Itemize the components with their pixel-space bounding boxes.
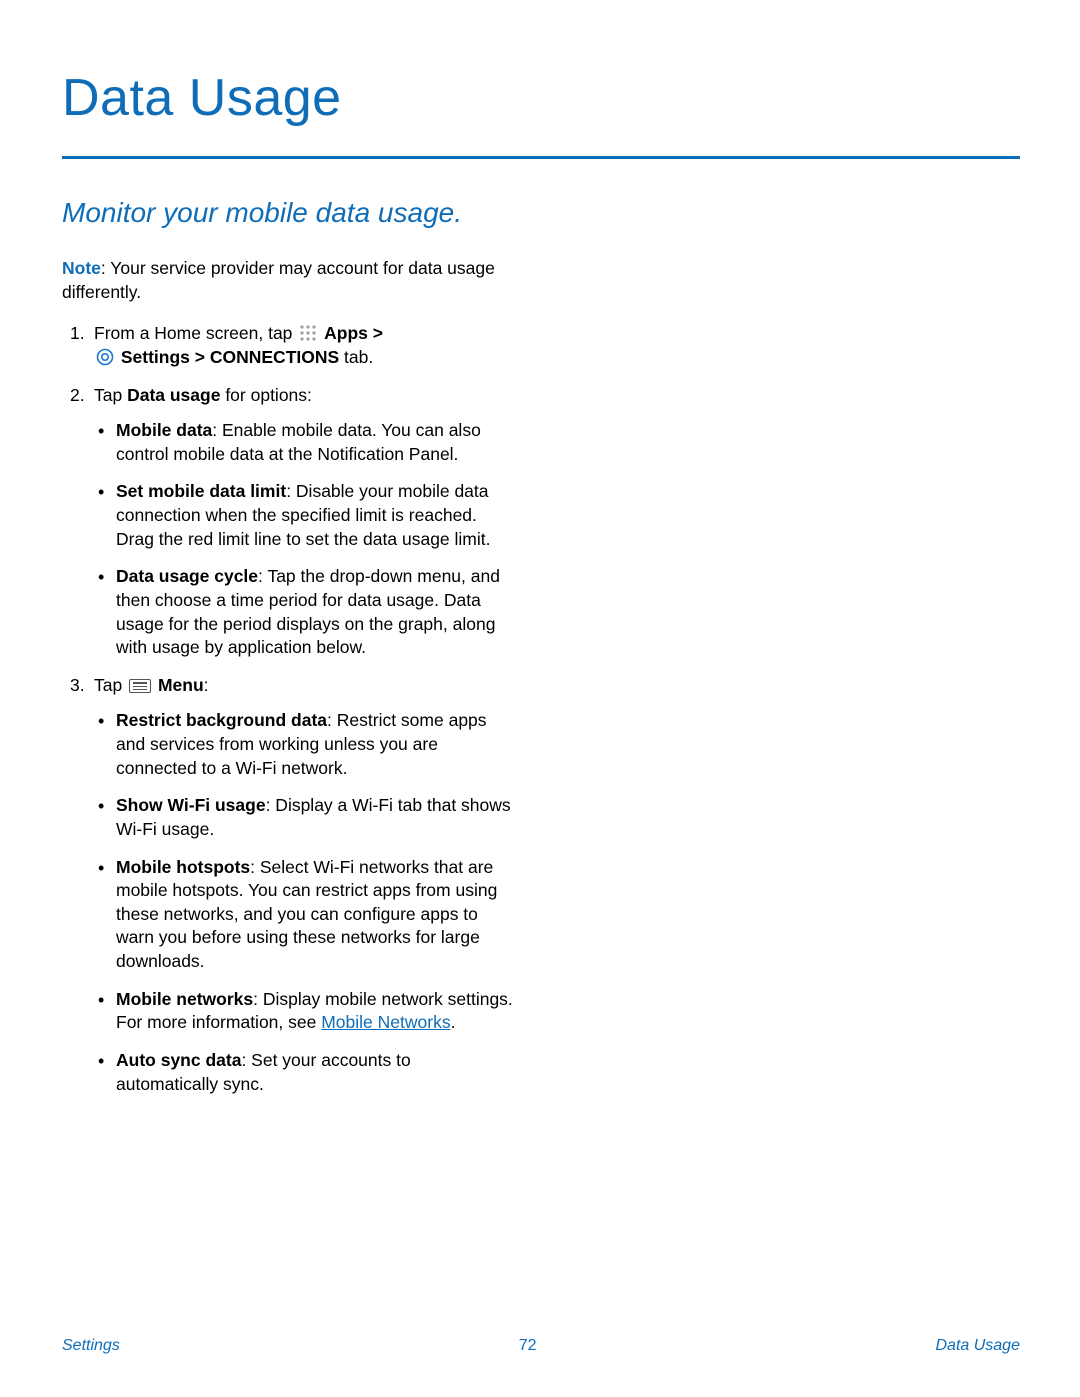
title-rule <box>62 156 1020 159</box>
list-item: Restrict background data: Restrict some … <box>94 709 517 780</box>
steps-list: From a Home screen, tap Apps > <box>62 322 517 1096</box>
bullet-bold: Set mobile data limit <box>116 481 286 501</box>
bullet-bold: Mobile data <box>116 420 212 440</box>
apps-grid-icon <box>299 324 317 342</box>
step-1-apps-bold: Apps > <box>324 323 383 343</box>
page-title: Data Usage <box>62 68 1020 128</box>
step-2-prefix: Tap <box>94 385 127 405</box>
bullet-bold: Show Wi-Fi usage <box>116 795 266 815</box>
step-3-bold: Menu <box>158 675 204 695</box>
step-3: Tap Menu: Restrict background data: Rest… <box>62 674 517 1096</box>
note-label: Note <box>62 258 101 278</box>
list-item: Set mobile data limit: Disable your mobi… <box>94 480 517 551</box>
note-paragraph: Note: Your service provider may account … <box>62 257 517 304</box>
footer-right: Data Usage <box>935 1337 1020 1355</box>
footer-left: Settings <box>62 1337 120 1355</box>
step-3-prefix: Tap <box>94 675 127 695</box>
step-3-bullets: Restrict background data: Restrict some … <box>94 709 517 1096</box>
step-2-bold: Data usage <box>127 385 220 405</box>
page: Data Usage Monitor your mobile data usag… <box>0 0 1080 1397</box>
step-2-tail: for options: <box>220 385 311 405</box>
content-column: Note: Your service provider may account … <box>62 257 517 1096</box>
list-item: Mobile data: Enable mobile data. You can… <box>94 419 517 466</box>
bullet-bold: Restrict background data <box>116 710 327 730</box>
bullet-post: . <box>451 1012 456 1032</box>
step-1-settings-bold: Settings > CONNECTIONS <box>121 347 339 367</box>
step-1: From a Home screen, tap Apps > <box>62 322 517 369</box>
step-1-settings-tail: tab. <box>339 347 373 367</box>
bullet-bold: Auto sync data <box>116 1050 241 1070</box>
bullet-bold: Mobile networks <box>116 989 253 1009</box>
step-3-tail: : <box>204 675 209 695</box>
bullet-bold: Mobile hotspots <box>116 857 250 877</box>
list-item: Mobile networks: Display mobile network … <box>94 988 517 1035</box>
step-1-prefix: From a Home screen, tap <box>94 323 297 343</box>
step-2: Tap Data usage for options: Mobile data:… <box>62 384 517 660</box>
note-text: : Your service provider may account for … <box>62 258 495 302</box>
list-item: Data usage cycle: Tap the drop-down menu… <box>94 565 517 660</box>
step-2-bullets: Mobile data: Enable mobile data. You can… <box>94 419 517 660</box>
menu-icon <box>129 679 151 693</box>
page-footer: Settings 72 Data Usage <box>0 1337 1080 1355</box>
page-subtitle: Monitor your mobile data usage. <box>62 197 1020 229</box>
mobile-networks-link[interactable]: Mobile Networks <box>321 1012 450 1032</box>
settings-gear-icon <box>96 348 114 366</box>
list-item: Show Wi-Fi usage: Display a Wi-Fi tab th… <box>94 794 517 841</box>
list-item: Auto sync data: Set your accounts to aut… <box>94 1049 517 1096</box>
bullet-bold: Data usage cycle <box>116 566 258 586</box>
footer-page-number: 72 <box>519 1337 537 1355</box>
list-item: Mobile hotspots: Select Wi-Fi networks t… <box>94 856 517 974</box>
